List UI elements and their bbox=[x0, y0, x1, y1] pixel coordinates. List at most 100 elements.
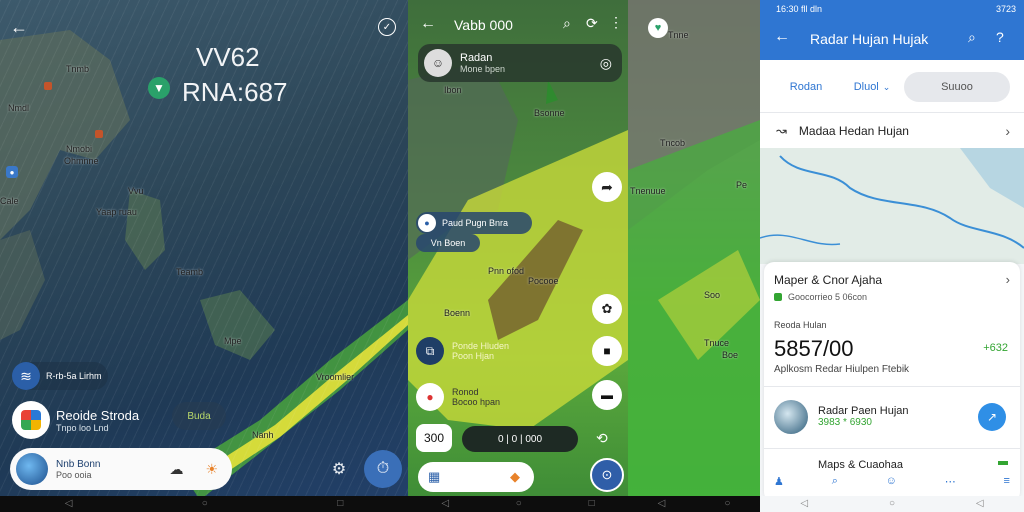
app1-title: Radar Paen Hujan bbox=[818, 405, 909, 417]
playback-bar[interactable]: 0 | 0 | 000 bbox=[462, 426, 578, 452]
stepper-value: 300 bbox=[423, 431, 445, 445]
bottom-action-pill[interactable]: ▦ ◆ bbox=[418, 462, 534, 492]
list-icon[interactable]: ≡ bbox=[1004, 475, 1010, 488]
map-marker-icon[interactable] bbox=[95, 130, 103, 138]
radar-map-panel-2: ← Vabb 000 ⌕ ⟳ ⋮ ☺ Radan Mone bpen ◎ Ibo… bbox=[408, 0, 628, 512]
rotate-icon[interactable]: ⟲ bbox=[596, 430, 608, 447]
nav-recents-icon[interactable]: □ bbox=[337, 499, 343, 509]
help-icon[interactable]: ? bbox=[996, 29, 1004, 45]
weather-icon[interactable]: ☀ bbox=[205, 461, 218, 478]
radar-map-panel-1: ← ✓ VV62 ▼ RNA:687 Tnmb Nmdl Nmobi Ohmnn… bbox=[0, 0, 408, 512]
share-button[interactable]: ➦ bbox=[592, 172, 622, 202]
location-pin-icon[interactable]: ▼ bbox=[148, 77, 170, 99]
bottom-card-sub: Poo ooia bbox=[56, 469, 92, 480]
pin-icon: ● bbox=[416, 383, 444, 411]
nav-back-icon[interactable]: ◁ bbox=[658, 499, 666, 509]
header-card[interactable]: ☺ Radan Mone bpen ◎ bbox=[418, 44, 622, 82]
map-marker-icon[interactable] bbox=[44, 82, 52, 90]
app-detail-panel: 16:30 fll dln 3723 ← Radar Hujan Hujak ⌕… bbox=[760, 0, 1024, 512]
refresh-icon[interactable]: ⟳ bbox=[586, 15, 598, 32]
compass-button[interactable]: ⊙ bbox=[590, 458, 624, 492]
status-time: 16:30 fll dln bbox=[776, 4, 823, 14]
app-list-item[interactable]: Maps & Cuaohaa ♟ ⌕ ☺ ⋯ ≡ bbox=[764, 448, 1020, 492]
chevron-right-icon: › bbox=[1005, 272, 1010, 287]
radar-map-3[interactable] bbox=[628, 0, 760, 512]
app2-indicator-icon bbox=[998, 461, 1008, 465]
mini-map[interactable] bbox=[760, 148, 1024, 264]
search-icon[interactable]: ⌕ bbox=[832, 475, 838, 488]
map-label: Tncob bbox=[660, 138, 686, 148]
tab-options[interactable]: Dluol ⌄ bbox=[842, 76, 902, 98]
list-item[interactable]: ● Ronod Bocoo hpan bbox=[416, 382, 576, 412]
nav-home-icon[interactable]: ○ bbox=[889, 499, 895, 509]
game-icon[interactable]: ☺ bbox=[886, 475, 897, 488]
search-icon[interactable]: ⌕ bbox=[563, 15, 571, 32]
nav-home-icon[interactable]: ○ bbox=[202, 499, 208, 509]
playback-label: 0 | 0 | 000 bbox=[497, 433, 543, 445]
location-pin-icon[interactable]: ♥ bbox=[648, 18, 668, 38]
chat-button[interactable]: ■ bbox=[592, 336, 622, 366]
search-icon[interactable]: ⌕ bbox=[968, 29, 976, 46]
right-chip[interactable]: Buda bbox=[172, 402, 226, 430]
nav-home-icon[interactable]: ○ bbox=[516, 499, 522, 509]
nav-recents-icon[interactable]: ◁ bbox=[976, 499, 984, 509]
back-button[interactable]: ← bbox=[420, 15, 436, 33]
more-icon[interactable]: ⋮ bbox=[609, 14, 623, 31]
grid-icon[interactable]: ⋯ bbox=[945, 475, 956, 488]
stat-delta: +632 bbox=[983, 342, 1008, 354]
screen-title: Vabb 000 bbox=[454, 17, 513, 33]
stat-label: Reoda Hulan bbox=[774, 320, 827, 330]
back-button[interactable]: ← bbox=[774, 28, 790, 46]
bottom-location-card[interactable]: Nnb Bonn Poo ooia ☁ ☀ bbox=[10, 448, 232, 490]
app-icon bbox=[774, 399, 808, 434]
check-icon[interactable]: ✓ bbox=[378, 18, 396, 36]
map-label: Bsonne bbox=[534, 108, 565, 118]
nav-home-icon[interactable]: ○ bbox=[724, 499, 730, 509]
chip-a-label: Paud Pugn Bnra bbox=[442, 218, 509, 228]
chip-b-label: Vn Boen bbox=[430, 238, 466, 248]
app1-sub: 3983 * 6930 bbox=[818, 417, 872, 428]
radar-status-text: R-rb-5a Lirhm bbox=[46, 371, 102, 381]
map-label: Tnenuue bbox=[630, 186, 666, 196]
layers-icon: ⧉ bbox=[416, 337, 444, 365]
section-sub: Goocorrieo 5 06con bbox=[788, 292, 868, 302]
nav-back-icon[interactable]: ◁ bbox=[441, 499, 449, 509]
map-label: Boe bbox=[722, 350, 739, 360]
map-label: Nmdl bbox=[8, 103, 30, 113]
tab-selected[interactable]: Suuoo bbox=[904, 72, 1010, 102]
timer-button[interactable]: ⏱ bbox=[364, 450, 402, 488]
stepper-value-box[interactable]: 300 bbox=[416, 424, 452, 452]
list-item[interactable]: ⧉ Ponde Hluden Poon Hjan bbox=[416, 336, 576, 366]
chevron-down-icon: ⌄ bbox=[882, 81, 891, 92]
header-card-title: Radan bbox=[460, 52, 493, 64]
nav-back-icon[interactable]: ◁ bbox=[800, 499, 808, 509]
nav-back-icon[interactable]: ◁ bbox=[65, 499, 73, 509]
list-item-title: Ponde Hluden bbox=[452, 341, 510, 351]
settings-gear-icon[interactable]: ⚙ bbox=[328, 458, 350, 480]
map-label: Ibon bbox=[444, 85, 462, 95]
chip-a[interactable]: ● Paud Pugn Bnra bbox=[416, 212, 532, 234]
chip-b[interactable]: Vn Boen bbox=[416, 234, 480, 252]
radar-status-chip[interactable]: ≋ R-rb-5a Lirhm bbox=[12, 362, 108, 390]
person-icon[interactable]: ♟ bbox=[774, 475, 784, 488]
map-label: Tnuce bbox=[704, 338, 730, 348]
target-icon[interactable]: ◎ bbox=[600, 55, 612, 72]
app-title: Radar Hujan Hujak bbox=[810, 31, 929, 47]
back-button[interactable]: ← bbox=[8, 16, 30, 38]
shield-icon[interactable]: ● bbox=[6, 166, 18, 178]
status-tile[interactable]: Reoide Stroda Tnpo loo Lnd bbox=[12, 400, 172, 440]
tab-radar[interactable]: Rodan bbox=[776, 76, 836, 98]
nav-recents-icon[interactable]: □ bbox=[589, 499, 595, 509]
row-title: Madaa Hedan Hujan bbox=[798, 123, 909, 138]
app-list-item[interactable]: Radar Paen Hujan 3983 * 6930 ↗ bbox=[764, 386, 1020, 446]
radar-thumbnail-icon bbox=[16, 453, 48, 485]
map-label: Vroomlier bbox=[316, 372, 355, 382]
palette-button[interactable]: ✿ bbox=[592, 294, 622, 324]
cloud-icon[interactable]: ☁ bbox=[169, 461, 183, 478]
trend-button[interactable]: ↗ bbox=[978, 402, 1006, 431]
tab-bar: Rodan Dluol ⌄ Suuoo bbox=[760, 60, 1024, 112]
message-button[interactable]: ▬ bbox=[592, 380, 622, 410]
list-row[interactable]: ↝ Madaa Hedan Hujan › bbox=[760, 112, 1024, 148]
section-header[interactable]: Maper & Cnor Ajaha › bbox=[774, 272, 1010, 287]
map-label: Teamb bbox=[176, 267, 204, 277]
